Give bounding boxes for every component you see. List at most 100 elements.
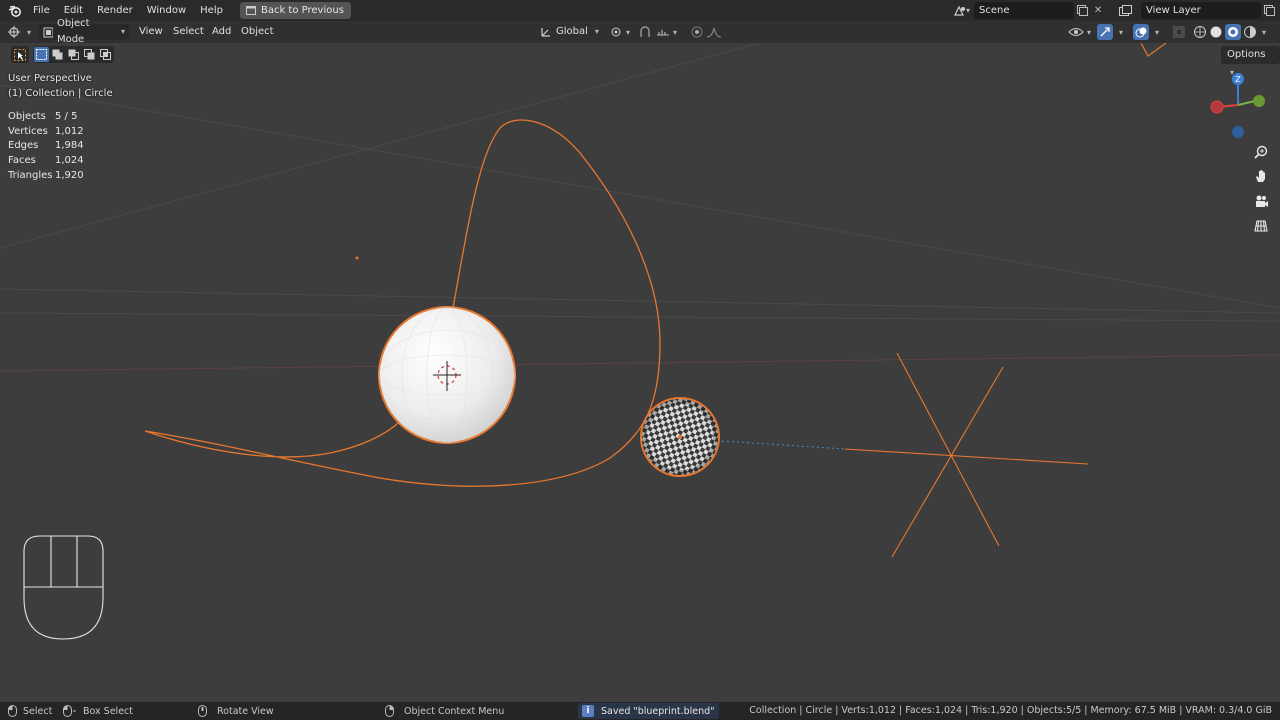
camera-outline[interactable] [1140,43,1167,57]
menu-object[interactable]: Object [234,24,281,40]
empty-axes[interactable] [844,352,1089,558]
mouse-right-icon [385,705,394,717]
relationship-line [721,440,846,450]
mode-dropdown-box[interactable]: Object Mode ▾ [39,18,129,45]
transform-orientation-label: Global [556,26,588,37]
options-dropdown[interactable]: Options ▾ [1221,46,1280,77]
status-box-select: Box Select [63,702,133,720]
camera-icon [1256,195,1268,207]
x-axis-line [0,354,1280,372]
viewport-grid [0,43,1280,322]
view-layer-copy-icon[interactable] [1261,2,1277,19]
stat-value: 1,984 [55,140,84,152]
select-extend-icon [52,49,63,60]
grid-icon [1254,220,1268,232]
gizmo-toggle-button[interactable] [1097,24,1113,40]
view-layer-field[interactable]: View Layer [1141,2,1261,19]
mode-dropdown[interactable]: Object Mode ▾ [39,18,129,45]
material-shading-button[interactable] [1225,24,1241,40]
eye-icon [1068,28,1084,36]
select-intersect-button[interactable] [98,47,113,62]
proportional-edit-icon [691,26,703,38]
status-context-label: Object Context Menu [404,705,505,717]
shading-caret-icon[interactable]: ▾ [1262,28,1266,37]
select-extend-button[interactable] [50,47,65,62]
gizmo-neg-z-axis[interactable] [1232,126,1244,138]
overlays-icon [1135,27,1147,38]
select-new-button[interactable] [34,47,49,62]
gizmo-caret-icon[interactable]: ▾ [1119,24,1123,40]
tool-selection [11,46,114,63]
transform-orientation-box[interactable]: Global ▾ [536,24,604,40]
xray-button[interactable] [1172,24,1186,40]
editor-type-caret-icon: ▾ [27,27,32,37]
blender-logo-icon[interactable] [4,0,26,21]
editor-type-icon [8,26,20,38]
transform-orientation-dropdown[interactable]: Global ▾ [536,24,604,40]
menu-window[interactable]: Window [140,0,193,21]
snap-caret-icon: ▾ [673,27,678,37]
stat-key: Vertices [8,125,48,137]
stat-key: Objects [8,111,46,122]
editor-type-button[interactable]: ▾ [8,24,31,40]
menu-view[interactable]: View [132,24,170,40]
stat-value: 5 / 5 [55,111,78,122]
xray-icon [1173,26,1185,38]
visibility-caret-icon: ▾ [1087,27,1092,37]
camera-view-button[interactable] [1250,190,1272,212]
navigation-gizmo[interactable]: Z [1203,69,1273,149]
rendered-shading-icon[interactable] [1243,25,1257,39]
stat-value: 1,012 [55,125,84,137]
snap-button[interactable]: ▾ [638,24,677,40]
status-select: Select [8,702,52,720]
snap-increment-icon [657,30,669,36]
scene-copy-icon[interactable] [1074,2,1090,19]
bezier-curve[interactable] [144,119,661,487]
active-tool-button[interactable] [11,46,29,63]
status-bar: Select Box Select Rotate View Object Con… [0,702,1280,720]
pivot-caret-icon: ▾ [626,27,631,37]
overlays-caret-icon[interactable]: ▾ [1155,24,1159,40]
3d-viewport[interactable]: Options ▾ User Perspective (1) Collectio… [0,43,1280,702]
stat-row: Vertices 1,012 [8,125,84,140]
stat-row: Triangles 1,920 [8,169,84,184]
select-invert-button[interactable] [82,47,97,62]
select-subtract-button[interactable] [66,47,81,62]
scene-statistics: Objects 5 / 5 Vertices 1,012 Edges 1,984 Fa… [8,110,84,183]
material-shading-icon [1228,27,1238,37]
falloff-icon [706,27,722,38]
zoom-button[interactable] [1250,141,1272,163]
status-context-menu: Object Context Menu [385,702,504,720]
checkered-sphere-origin [678,435,682,439]
pivot-point-button[interactable]: ▾ [609,24,630,40]
solid-shading-icon[interactable] [1209,25,1223,39]
shading-buttons: ▾ [1193,24,1266,40]
saved-report[interactable]: i Saved "blueprint.blend" [578,703,719,719]
view-layer-icon[interactable] [1117,2,1133,19]
ortho-toggle-button[interactable] [1250,215,1272,237]
overlays-toggle-button[interactable] [1133,24,1149,40]
back-label: Back to Previous [260,5,344,16]
proportional-edit-button[interactable] [690,24,722,40]
view-layer-selector: View Layer ✕ [1117,2,1280,19]
back-icon [245,6,256,15]
active-object-label: (1) Collection | Circle [8,88,113,99]
hand-icon [1256,170,1265,182]
menu-file[interactable]: File [26,0,57,21]
visibility-button[interactable]: ▾ [1068,24,1091,40]
info-icon: i [582,705,594,717]
origin-dot[interactable] [355,256,359,260]
menu-help[interactable]: Help [193,0,230,21]
gizmo-x-axis[interactable] [1210,100,1224,114]
top-bar: File Edit Render Window Help Back to Pre… [0,0,1280,21]
object-mode-icon [43,27,53,37]
scene-selector: ▾ Scene ✕ [952,2,1106,19]
scene-caret-icon[interactable]: ▾ [966,6,970,15]
pan-button[interactable] [1250,165,1272,187]
back-to-previous-button[interactable]: Back to Previous [239,2,351,19]
mouse-left-icon [8,705,17,717]
scene-close-icon[interactable]: ✕ [1090,2,1106,19]
wireframe-shading-icon[interactable] [1193,25,1207,39]
gizmo-y-axis[interactable] [1253,95,1265,107]
scene-name-field[interactable]: Scene [974,2,1075,19]
